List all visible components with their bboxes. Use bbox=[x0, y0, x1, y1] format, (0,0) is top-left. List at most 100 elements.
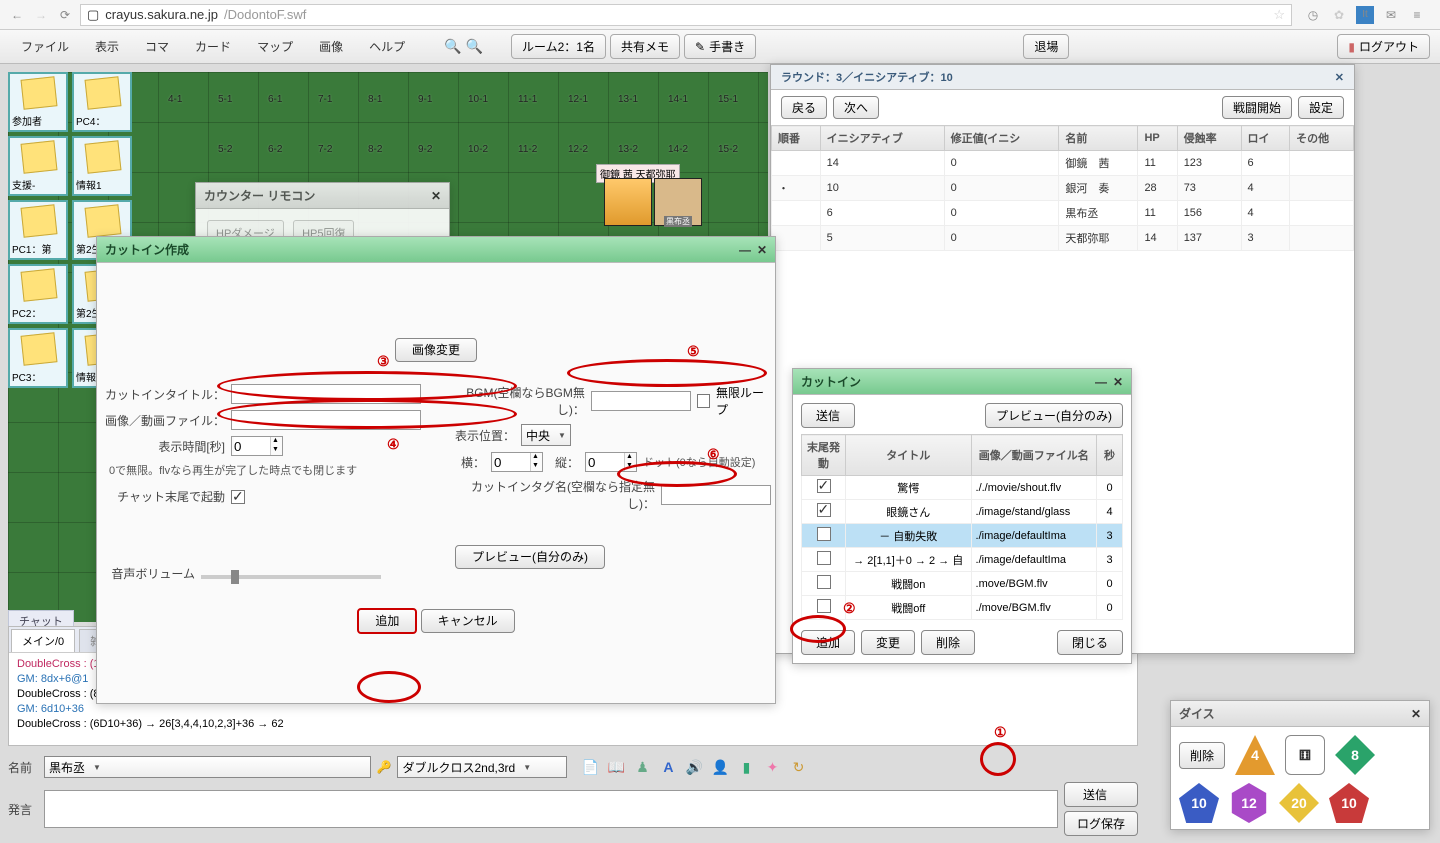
row-checkbox[interactable] bbox=[817, 575, 831, 589]
pawn-icon[interactable]: ♟ bbox=[633, 758, 651, 776]
back-icon[interactable]: ← bbox=[8, 6, 26, 24]
standing-icon[interactable]: 👤 bbox=[711, 758, 729, 776]
font-icon[interactable]: A bbox=[659, 758, 677, 776]
character-token[interactable] bbox=[604, 178, 652, 226]
hamburger-icon[interactable]: ≡ bbox=[1408, 6, 1426, 24]
memo-note[interactable]: PC3： bbox=[8, 328, 68, 388]
close-icon[interactable]: ✕ bbox=[1113, 375, 1123, 389]
send-button[interactable]: 送信 bbox=[1064, 782, 1138, 807]
mail-icon[interactable]: ✉ bbox=[1382, 6, 1400, 24]
loop-checkbox[interactable] bbox=[697, 394, 710, 408]
name-select[interactable]: 黒布丞 bbox=[44, 756, 371, 778]
preview-button[interactable]: プレビュー(自分のみ) bbox=[985, 403, 1123, 428]
handwrite-button[interactable]: ✎手書き bbox=[684, 34, 756, 59]
forward-icon[interactable]: → bbox=[32, 6, 50, 24]
clock-icon[interactable]: ◷ bbox=[1304, 6, 1322, 24]
book-icon[interactable]: 📖 bbox=[607, 758, 625, 776]
image-change-button[interactable]: 画像変更 bbox=[395, 338, 477, 362]
minimize-icon[interactable]: — bbox=[1095, 375, 1107, 389]
minimize-icon[interactable]: — bbox=[739, 243, 751, 257]
row-checkbox[interactable] bbox=[817, 527, 831, 541]
cancel-button[interactable]: キャンセル bbox=[421, 609, 515, 633]
row-checkbox[interactable] bbox=[817, 503, 831, 517]
logout-button[interactable]: ▮ログアウト bbox=[1337, 34, 1430, 59]
exit-button[interactable]: 退場 bbox=[1023, 34, 1069, 59]
menu-piece[interactable]: コマ bbox=[134, 33, 180, 60]
d8-die[interactable]: 8 bbox=[1335, 735, 1375, 775]
refresh-icon[interactable]: ↻ bbox=[789, 758, 807, 776]
row-checkbox[interactable] bbox=[817, 551, 831, 565]
change-button[interactable]: 変更 bbox=[861, 630, 915, 655]
add-button[interactable]: 追加 bbox=[801, 630, 855, 655]
dice-delete-button[interactable]: 削除 bbox=[1179, 742, 1225, 769]
display-time-stepper[interactable]: ▲▼ bbox=[231, 436, 283, 456]
table-row[interactable]: → 2[1,1]＋0 → 2 → 自./image/defaultIma3 bbox=[802, 548, 1123, 572]
battle-start-button[interactable]: 戦闘開始 bbox=[1222, 96, 1292, 119]
table-row[interactable]: 50天都弥耶141373 bbox=[772, 226, 1354, 251]
close-button[interactable]: 閉じる bbox=[1057, 630, 1123, 655]
chat-tail-checkbox[interactable] bbox=[231, 490, 245, 504]
close-icon[interactable]: ✕ bbox=[1335, 71, 1344, 84]
d4-die[interactable]: 4 bbox=[1235, 735, 1275, 775]
table-row[interactable]: 眼鏡さん./image/stand/glass4 bbox=[802, 500, 1123, 524]
extension-icon[interactable]: ✿ bbox=[1330, 6, 1348, 24]
memo-note[interactable]: PC2： bbox=[8, 264, 68, 324]
character-token[interactable]: 黒布丞 bbox=[654, 178, 702, 226]
next-button[interactable]: 次へ bbox=[833, 96, 879, 119]
table-row[interactable]: 140御鏡 茜111236 bbox=[772, 151, 1354, 176]
table-row[interactable]: 驚愕././movie/shout.flv0 bbox=[802, 476, 1123, 500]
menu-card[interactable]: カード bbox=[184, 33, 242, 60]
row-checkbox[interactable] bbox=[817, 479, 831, 493]
cutin-title-input[interactable] bbox=[231, 384, 421, 404]
add-button[interactable]: 追加 bbox=[357, 608, 417, 634]
save-log-button[interactable]: ログ保存 bbox=[1064, 811, 1138, 836]
d12-die[interactable]: 12 bbox=[1229, 783, 1269, 823]
delete-button[interactable]: 削除 bbox=[921, 630, 975, 655]
note-icon[interactable]: 📄 bbox=[581, 758, 599, 776]
menu-file[interactable]: ファイル bbox=[10, 33, 80, 60]
memo-note[interactable]: 支援- bbox=[8, 136, 68, 196]
system-select[interactable]: ダブルクロス2nd,3rd bbox=[397, 756, 567, 778]
chat-tab-main[interactable]: メイン/0 bbox=[11, 629, 75, 652]
d20-die[interactable]: 20 bbox=[1279, 783, 1319, 823]
room-button[interactable]: ルーム2：1名 bbox=[511, 34, 606, 59]
sparkle-icon[interactable]: ✦ bbox=[763, 758, 781, 776]
close-icon[interactable]: ✕ bbox=[1411, 707, 1421, 721]
cutin-file-input[interactable] bbox=[231, 410, 421, 430]
menu-help[interactable]: ヘルプ bbox=[358, 33, 416, 60]
url-bar[interactable]: ▢ crayus.sakura.ne.jp/DodontoF.swf ☆ bbox=[80, 4, 1292, 26]
position-select[interactable]: 中央 bbox=[521, 424, 571, 446]
memo-note[interactable]: 情報1 bbox=[72, 136, 132, 196]
table-row[interactable]: 60黒布丞111564 bbox=[772, 201, 1354, 226]
close-icon[interactable]: ✕ bbox=[757, 243, 767, 257]
volume-slider[interactable] bbox=[201, 575, 381, 579]
table-row[interactable]: 戦闘on.move/BGM.flv0 bbox=[802, 572, 1123, 596]
close-icon[interactable]: ✕ bbox=[431, 189, 441, 203]
settings-button[interactable]: 設定 bbox=[1298, 96, 1344, 119]
speak-input[interactable] bbox=[44, 790, 1058, 828]
menu-image[interactable]: 画像 bbox=[308, 33, 354, 60]
cutin-icon[interactable]: ▮ bbox=[737, 758, 755, 776]
d6-die[interactable]: ⚅ bbox=[1285, 735, 1325, 775]
menu-view[interactable]: 表示 bbox=[84, 33, 130, 60]
height-stepper[interactable]: ▲▼ bbox=[585, 452, 637, 472]
sound-icon[interactable]: 🔊 bbox=[685, 758, 703, 776]
zoom-in-icon[interactable]: 🔍 bbox=[444, 38, 461, 55]
zoom-out-icon[interactable]: 🔍 bbox=[466, 38, 483, 55]
table-row[interactable]: － 自動失敗./image/defaultIma3 bbox=[802, 524, 1123, 548]
send-button[interactable]: 送信 bbox=[801, 403, 855, 428]
bgm-input[interactable] bbox=[591, 391, 691, 411]
menu-map[interactable]: マップ bbox=[246, 33, 304, 60]
back-button[interactable]: 戻る bbox=[781, 96, 827, 119]
memo-note[interactable]: PC1：第 bbox=[8, 200, 68, 260]
it-badge-icon[interactable]: It bbox=[1356, 6, 1374, 24]
tag-input[interactable] bbox=[661, 485, 771, 505]
memo-note[interactable]: PC4： bbox=[72, 72, 132, 132]
d10-die[interactable]: 10 bbox=[1179, 783, 1219, 823]
star-icon[interactable]: ☆ bbox=[1273, 7, 1285, 23]
width-stepper[interactable]: ▲▼ bbox=[491, 452, 543, 472]
memo-note[interactable]: 参加者 bbox=[8, 72, 68, 132]
d100-die[interactable]: 10 bbox=[1329, 783, 1369, 823]
shared-memo-button[interactable]: 共有メモ bbox=[610, 34, 680, 59]
reload-icon[interactable]: ⟳ bbox=[56, 6, 74, 24]
